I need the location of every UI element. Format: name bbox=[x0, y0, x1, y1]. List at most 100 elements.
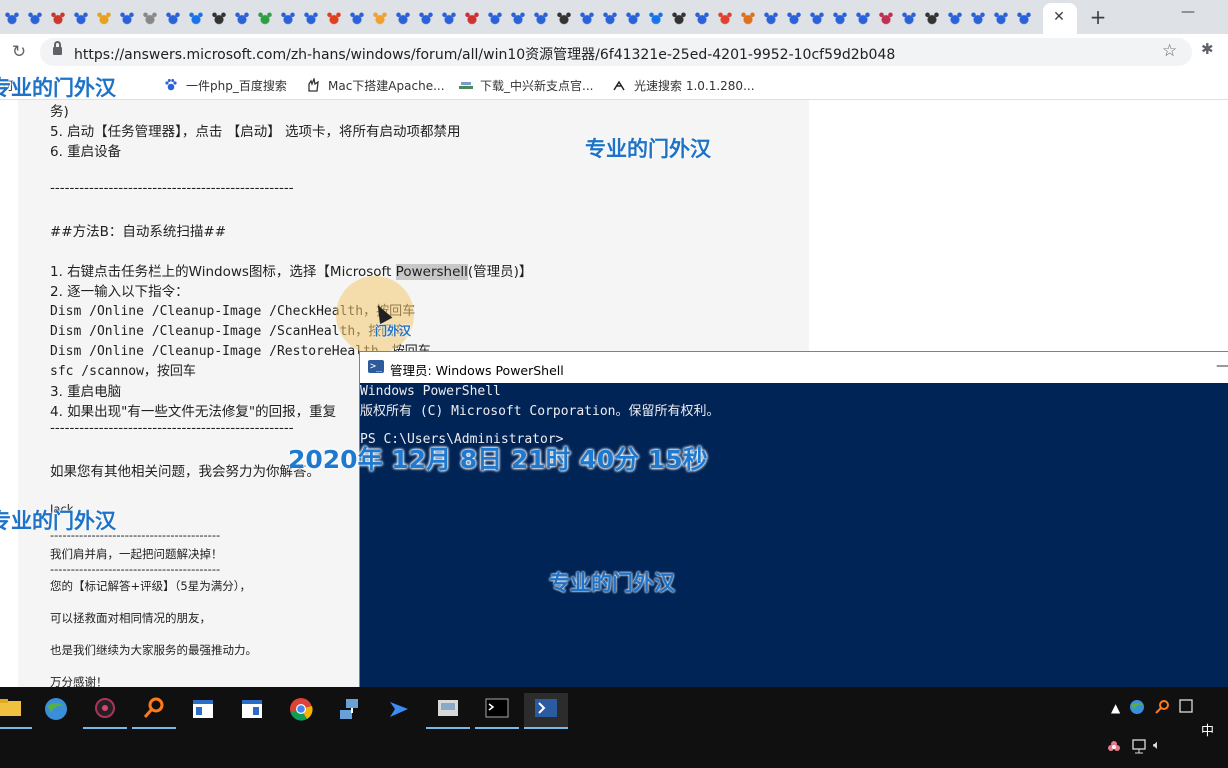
taskbar-file-explorer[interactable] bbox=[0, 693, 32, 729]
tab-favicon-icon[interactable] bbox=[50, 10, 66, 26]
tab-favicon-icon[interactable] bbox=[372, 10, 388, 26]
tab-favicon-icon[interactable] bbox=[832, 10, 848, 26]
text-segment: 1. 右键点击任务栏上的Windows图标，选择【Microsoft bbox=[50, 264, 396, 280]
tab-favicon-icon[interactable] bbox=[855, 10, 871, 26]
taskbar-app[interactable] bbox=[377, 693, 421, 729]
bookmark-item[interactable]: Mac下搭建Apache... bbox=[306, 76, 445, 94]
tab-favicon-icon[interactable] bbox=[280, 10, 296, 26]
signature-line: 您的【标记解答+评级】（5星为满分）， bbox=[50, 579, 251, 593]
section-heading: ##方法B：自动系统扫描## bbox=[50, 224, 227, 240]
bookmark-item[interactable]: 下载_中兴新支点官... bbox=[458, 77, 593, 94]
taskbar-app[interactable] bbox=[230, 693, 274, 729]
taskbar-powershell[interactable] bbox=[524, 693, 568, 729]
powershell-titlebar[interactable]: >_ 管理员: Windows PowerShell — bbox=[360, 352, 1228, 383]
tab-favicon-icon[interactable] bbox=[418, 10, 434, 26]
tab-favicon-icon[interactable] bbox=[901, 10, 917, 26]
signature-line: 也是我们继续为大家服务的最强推动力。 bbox=[50, 643, 257, 657]
tab-close-icon[interactable]: ✕ bbox=[1049, 7, 1069, 27]
network-status-icon[interactable] bbox=[1129, 739, 1147, 758]
tab-favicon-icon[interactable] bbox=[142, 10, 158, 26]
tray-flower-icon[interactable] bbox=[1106, 739, 1122, 758]
tab-favicon-icon[interactable] bbox=[119, 10, 135, 26]
tab-favicon-icon[interactable] bbox=[487, 10, 503, 26]
tab-favicon-icon[interactable] bbox=[96, 10, 112, 26]
tab-favicon-icon[interactable] bbox=[717, 10, 733, 26]
minimize-icon[interactable]: — bbox=[1216, 358, 1228, 374]
address-bar[interactable]: https://answers.microsoft.com/zh-hans/wi… bbox=[40, 38, 1192, 66]
taskbar-app[interactable] bbox=[426, 693, 470, 729]
taskbar-app[interactable] bbox=[181, 693, 225, 729]
divider-line: ----------------------------------------… bbox=[50, 420, 294, 436]
tab-favicon-icon[interactable] bbox=[165, 10, 181, 26]
reload-icon[interactable]: ↻ bbox=[8, 41, 30, 63]
tab-favicon-icon[interactable] bbox=[395, 10, 411, 26]
tab-favicon-icon[interactable] bbox=[257, 10, 273, 26]
text-line: 6. 重启设备 bbox=[50, 144, 122, 160]
tab-favicon-icon[interactable] bbox=[947, 10, 963, 26]
hand-icon bbox=[306, 76, 320, 92]
disk-icon bbox=[436, 697, 460, 723]
tab-favicon-icon[interactable] bbox=[579, 10, 595, 26]
tab-favicon-icon[interactable] bbox=[188, 10, 204, 26]
taskbar-app[interactable] bbox=[34, 693, 78, 729]
volume-icon[interactable]: 🔈︎ bbox=[1153, 738, 1161, 753]
taskbar-chrome[interactable] bbox=[279, 693, 323, 729]
tray-globe-icon[interactable] bbox=[1129, 699, 1145, 718]
taskbar-app[interactable] bbox=[328, 693, 372, 729]
tab-favicon-icon[interactable] bbox=[970, 10, 986, 26]
tab-favicon-icon[interactable] bbox=[73, 10, 89, 26]
tab-favicon-icon[interactable] bbox=[671, 10, 687, 26]
tab-favicon-icon[interactable] bbox=[349, 10, 365, 26]
taskbar-terminal[interactable] bbox=[475, 693, 519, 729]
fly-icon bbox=[612, 78, 626, 92]
tab-favicon-icon[interactable] bbox=[786, 10, 802, 26]
tab-icons bbox=[0, 6, 1035, 30]
tab-favicon-icon[interactable] bbox=[740, 10, 756, 26]
taskbar-app[interactable] bbox=[132, 693, 176, 729]
tab-favicon-icon[interactable] bbox=[27, 10, 43, 26]
folder-icon bbox=[0, 697, 23, 723]
new-tab-button[interactable]: + bbox=[1086, 4, 1110, 30]
extensions-icon[interactable]: ✱ bbox=[1201, 40, 1214, 58]
divider-line: ----------------------------------------… bbox=[50, 562, 221, 576]
powershell-icon: >_ bbox=[368, 360, 384, 373]
watermark-text: 专业的门外汉 bbox=[0, 509, 116, 533]
bookmark-item[interactable]: 光速搜索 1.0.1.280... bbox=[612, 77, 755, 94]
bookmark-star-icon[interactable]: ☆ bbox=[1162, 41, 1177, 61]
tray-window-icon[interactable] bbox=[1179, 699, 1193, 716]
tab-favicon-icon[interactable] bbox=[441, 10, 457, 26]
tab-favicon-icon[interactable] bbox=[993, 10, 1009, 26]
tab-favicon-icon[interactable] bbox=[234, 10, 250, 26]
lock-icon[interactable] bbox=[53, 41, 62, 57]
tab-favicon-icon[interactable] bbox=[211, 10, 227, 26]
tab-favicon-icon[interactable] bbox=[510, 10, 526, 26]
taskbar-app[interactable] bbox=[83, 693, 127, 729]
tab-favicon-icon[interactable] bbox=[556, 10, 572, 26]
selected-text[interactable]: Powershell bbox=[395, 264, 468, 280]
url-text[interactable]: https://answers.microsoft.com/zh-hans/wi… bbox=[74, 44, 895, 64]
tab-favicon-icon[interactable] bbox=[763, 10, 779, 26]
window-icon bbox=[241, 699, 263, 723]
powershell-window[interactable]: >_ 管理员: Windows PowerShell — Windows Pow… bbox=[359, 351, 1228, 688]
tab-favicon-icon[interactable] bbox=[303, 10, 319, 26]
tab-favicon-icon[interactable] bbox=[924, 10, 940, 26]
console-output[interactable]: Windows PowerShell 版权所有 (C) Microsoft Co… bbox=[360, 383, 1228, 688]
tab-favicon-icon[interactable] bbox=[602, 10, 618, 26]
tab-favicon-icon[interactable] bbox=[326, 10, 342, 26]
watermark-small: 门外汉 bbox=[375, 324, 412, 338]
tab-favicon-icon[interactable] bbox=[694, 10, 710, 26]
tab-favicon-icon[interactable] bbox=[809, 10, 825, 26]
command-line: sfc /scannow，按回车 bbox=[50, 364, 196, 379]
tab-favicon-icon[interactable] bbox=[464, 10, 480, 26]
ime-indicator[interactable]: 中 bbox=[1201, 720, 1214, 739]
tab-favicon-icon[interactable] bbox=[648, 10, 664, 26]
tab-favicon-icon[interactable] bbox=[625, 10, 641, 26]
tray-search-icon[interactable] bbox=[1154, 699, 1170, 718]
tab-favicon-icon[interactable] bbox=[1016, 10, 1032, 26]
tab-favicon-icon[interactable] bbox=[878, 10, 894, 26]
tab-favicon-icon[interactable] bbox=[4, 10, 20, 26]
tab-favicon-icon[interactable] bbox=[533, 10, 549, 26]
bookmark-label: Mac下搭建Apache... bbox=[328, 79, 445, 93]
minimize-icon[interactable]: — bbox=[1176, 4, 1200, 24]
bookmark-item[interactable]: 一件php_百度搜索 bbox=[164, 77, 287, 94]
